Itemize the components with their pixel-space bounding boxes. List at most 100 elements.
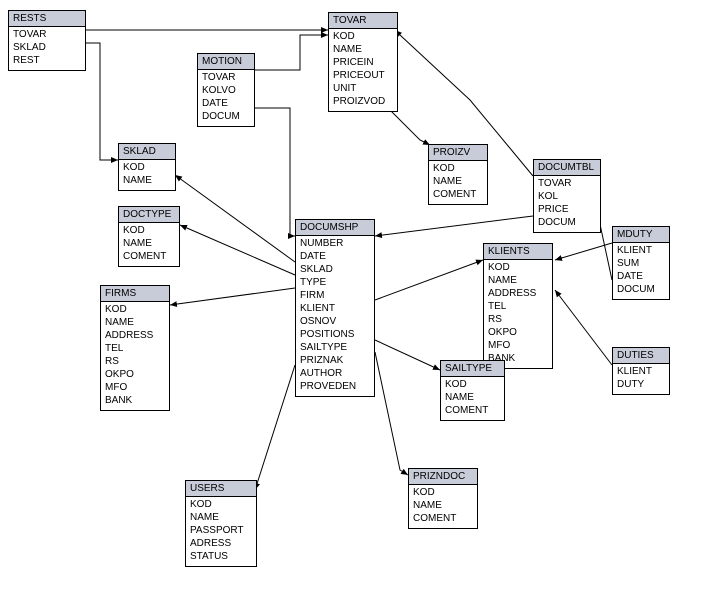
table-title: KLIENTS <box>484 244 552 260</box>
table-body: NUMBER DATE SKLAD TYPE FIRM KLIENT OSNOV… <box>296 236 374 396</box>
table-body: TOVAR KOLVO DATE DOCUM <box>198 70 254 126</box>
field: FIRM <box>300 289 370 302</box>
field: KOD <box>445 378 500 391</box>
field: DATE <box>300 250 370 263</box>
table-body: KLIENT SUM DATE DOCUM <box>613 243 669 299</box>
field: NUMBER <box>300 237 370 250</box>
field: ADDRESS <box>105 329 165 342</box>
field: KLIENT <box>617 365 665 378</box>
field: ADDRESS <box>488 287 548 300</box>
table-title: MOTION <box>198 54 254 70</box>
field: OKPO <box>488 326 548 339</box>
field: KOLVO <box>202 84 250 97</box>
field: DATE <box>617 270 665 283</box>
table-body: TOVAR KOL PRICE DOCUM <box>534 176 600 232</box>
table-body: TOVAR SKLAD REST <box>9 27 85 70</box>
field: SKLAD <box>13 41 81 54</box>
field: KOD <box>105 303 165 316</box>
table-body: KOD NAME PRICEIN PRICEOUT UNIT PROIZVOD <box>329 29 397 111</box>
table-rests[interactable]: RESTS TOVAR SKLAD REST <box>8 10 86 71</box>
field: TYPE <box>300 276 370 289</box>
field: DOCUM <box>202 110 250 123</box>
field: MFO <box>105 381 165 394</box>
field: RS <box>488 313 548 326</box>
field: KOD <box>488 261 548 274</box>
table-proizv[interactable]: PROIZV KOD NAME COMENT <box>428 144 488 205</box>
field: PRICEIN <box>333 56 393 69</box>
field: MFO <box>488 339 548 352</box>
field: COMENT <box>123 250 175 263</box>
field: NAME <box>190 511 252 524</box>
field: NAME <box>488 274 548 287</box>
table-sailtype[interactable]: SAILTYPE KOD NAME COMENT <box>440 360 505 421</box>
field: TOVAR <box>202 71 250 84</box>
field: PROVEDEN <box>300 380 370 393</box>
table-title: PRIZNDOC <box>409 469 477 485</box>
table-body: KLIENT DUTY <box>613 364 669 394</box>
field: BANK <box>105 394 165 407</box>
field: RS <box>105 355 165 368</box>
field: SAILTYPE <box>300 341 370 354</box>
field: DUTY <box>617 378 665 391</box>
field: DOCUM <box>617 283 665 296</box>
table-title: SAILTYPE <box>441 361 504 377</box>
field: REST <box>13 54 81 67</box>
field: COMENT <box>413 512 473 525</box>
field: NAME <box>413 499 473 512</box>
field: TOVAR <box>538 177 596 190</box>
field: TEL <box>105 342 165 355</box>
field: NAME <box>123 237 175 250</box>
field: KOD <box>190 498 252 511</box>
table-documtbl[interactable]: DOCUMTBL TOVAR KOL PRICE DOCUM <box>533 159 601 233</box>
table-body: KOD NAME COMENT <box>441 377 504 420</box>
field: SKLAD <box>300 263 370 276</box>
field: TEL <box>488 300 548 313</box>
table-title: TOVAR <box>329 13 397 29</box>
table-title: DUTIES <box>613 348 669 364</box>
field: DOCUM <box>538 216 596 229</box>
table-users[interactable]: USERS KOD NAME PASSPORT ADRESS STATUS <box>185 480 257 567</box>
table-title: MDUTY <box>613 227 669 243</box>
field: NAME <box>433 175 483 188</box>
field: KOL <box>538 190 596 203</box>
table-sklad[interactable]: SKLAD KOD NAME <box>118 143 176 191</box>
table-doctype[interactable]: DOCTYPE KOD NAME COMENT <box>118 206 180 267</box>
field: KOD <box>123 161 171 174</box>
table-prizndoc[interactable]: PRIZNDOC KOD NAME COMENT <box>408 468 478 529</box>
table-title: DOCUMTBL <box>534 160 600 176</box>
table-title: RESTS <box>9 11 85 27</box>
field: ADRESS <box>190 537 252 550</box>
table-duties[interactable]: DUTIES KLIENT DUTY <box>612 347 670 395</box>
table-body: KOD NAME COMENT <box>409 485 477 528</box>
table-body: KOD NAME COMENT <box>119 223 179 266</box>
table-body: KOD NAME PASSPORT ADRESS STATUS <box>186 497 256 566</box>
field: KLIENT <box>617 244 665 257</box>
field: KOD <box>123 224 175 237</box>
field: PROIZVOD <box>333 95 393 108</box>
field: OKPO <box>105 368 165 381</box>
field: PRIZNAK <box>300 354 370 367</box>
table-documshp[interactable]: DOCUMSHP NUMBER DATE SKLAD TYPE FIRM KLI… <box>295 219 375 397</box>
table-motion[interactable]: MOTION TOVAR KOLVO DATE DOCUM <box>197 53 255 127</box>
field: TOVAR <box>13 28 81 41</box>
table-title: SKLAD <box>119 144 175 160</box>
table-title: USERS <box>186 481 256 497</box>
field: UNIT <box>333 82 393 95</box>
field: KOD <box>433 162 483 175</box>
table-tovar[interactable]: TOVAR KOD NAME PRICEIN PRICEOUT UNIT PRO… <box>328 12 398 112</box>
field: NAME <box>105 316 165 329</box>
table-klients[interactable]: KLIENTS KOD NAME ADDRESS TEL RS OKPO MFO… <box>483 243 553 369</box>
field: COMENT <box>433 188 483 201</box>
table-mduty[interactable]: MDUTY KLIENT SUM DATE DOCUM <box>612 226 670 300</box>
table-body: KOD NAME ADDRESS TEL RS OKPO MFO BANK <box>101 302 169 410</box>
field: DATE <box>202 97 250 110</box>
table-title: PROIZV <box>429 145 487 161</box>
table-firms[interactable]: FIRMS KOD NAME ADDRESS TEL RS OKPO MFO B… <box>100 285 170 411</box>
field: AUTHOR <box>300 367 370 380</box>
field: KOD <box>413 486 473 499</box>
field: COMENT <box>445 404 500 417</box>
field: PASSPORT <box>190 524 252 537</box>
table-body: KOD NAME ADDRESS TEL RS OKPO MFO BANK <box>484 260 552 368</box>
field: STATUS <box>190 550 252 563</box>
field: NAME <box>123 174 171 187</box>
